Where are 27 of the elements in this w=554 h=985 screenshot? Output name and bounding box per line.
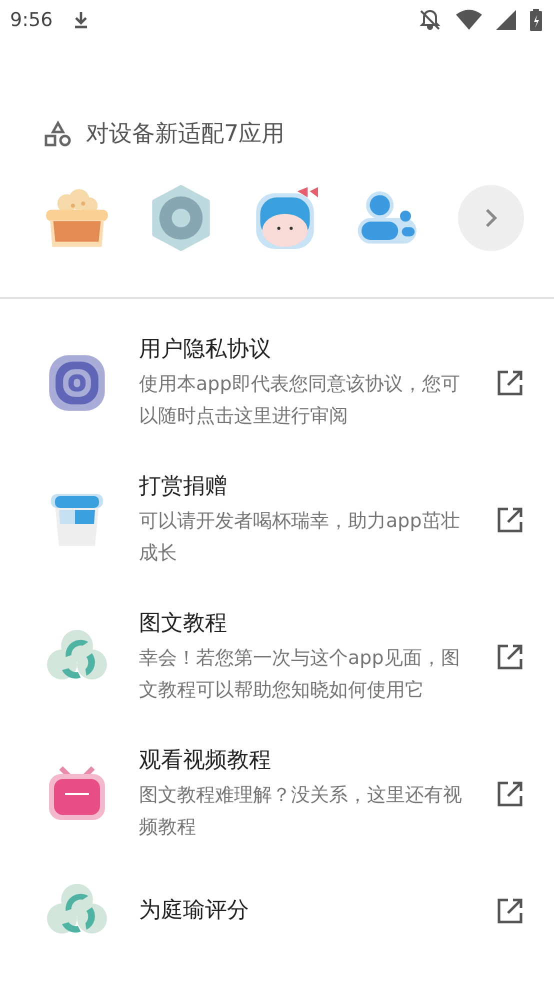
item-title: 用户隐私协议 bbox=[139, 336, 272, 364]
item-title: 打赏捐赠 bbox=[139, 473, 228, 501]
list-item[interactable]: 用户隐私协议 使用本app即代表您同意该协议，您可以随时点击这里进行审阅 bbox=[0, 333, 554, 432]
item-description: 幸会！若您第一次与这个app见面，图文教程可以帮助您知晓如何使用它 bbox=[139, 646, 461, 702]
list-item[interactable]: 图文教程 幸会！若您第一次与这个app见面，图文教程可以帮助您知晓如何使用它 bbox=[0, 607, 554, 706]
item-description: 可以请开发者喝杯瑞幸，助力app茁壮成长 bbox=[139, 509, 461, 566]
item-description: 图文教程难理解？没关系，这里还有视频教程 bbox=[139, 783, 463, 840]
status-time: 9:56 bbox=[10, 9, 53, 31]
open-external-icon[interactable] bbox=[496, 642, 524, 670]
item-description: 使用本app即代表您同意该协议，您可以随时点击这里进行审阅 bbox=[139, 372, 461, 428]
battery-icon bbox=[530, 9, 542, 31]
chevron-right-icon bbox=[484, 207, 498, 229]
open-external-icon[interactable] bbox=[496, 506, 524, 534]
item-title: 为庭瑜评分 bbox=[139, 897, 250, 925]
open-external-icon[interactable] bbox=[496, 368, 524, 396]
list-item[interactable]: 打赏捐赠 可以请开发者喝杯瑞幸，助力app茁壮成长 bbox=[0, 470, 554, 569]
open-external-icon[interactable] bbox=[496, 897, 524, 925]
section-title: 对设备新适配7应用 bbox=[86, 120, 285, 149]
shapes-icon bbox=[44, 120, 72, 146]
open-external-icon[interactable] bbox=[496, 780, 524, 808]
signal-icon bbox=[496, 10, 516, 30]
item-title: 图文教程 bbox=[139, 610, 228, 638]
list-item[interactable]: 为庭瑜评分 bbox=[0, 881, 554, 941]
bell-off-icon bbox=[418, 8, 442, 32]
wifi-icon bbox=[456, 9, 482, 31]
item-title: 观看视频教程 bbox=[139, 747, 272, 775]
list-item[interactable]: 观看视频教程 图文教程难理解？没关系，这里还有视频教程 bbox=[0, 744, 554, 843]
